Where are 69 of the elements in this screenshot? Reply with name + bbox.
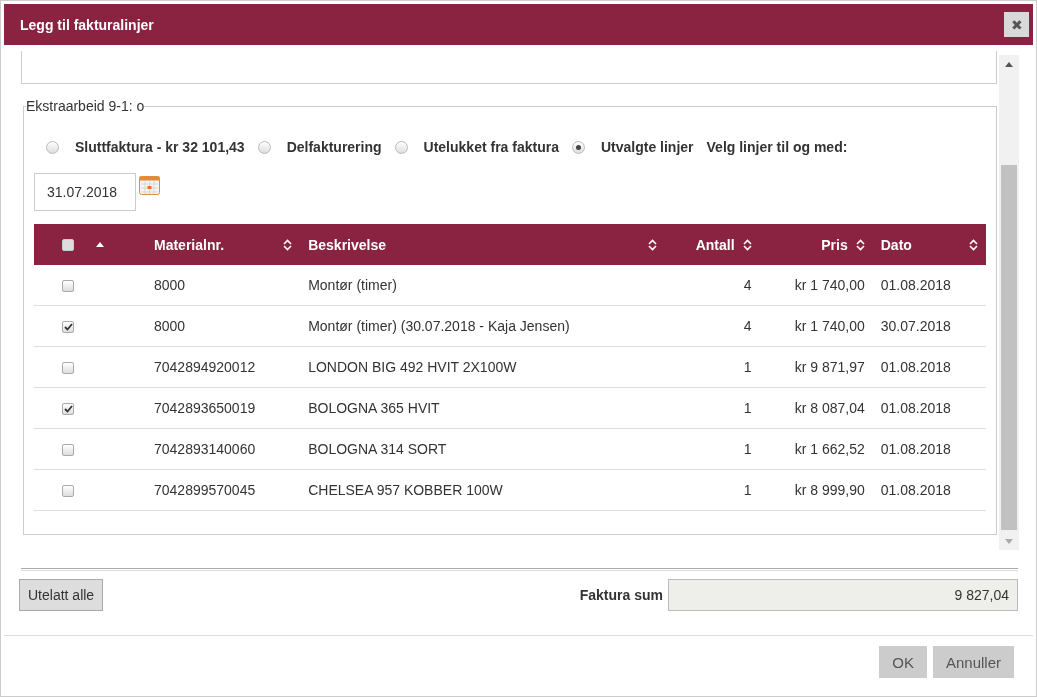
table-cell: 4 bbox=[743, 277, 752, 293]
row-checkbox[interactable] bbox=[62, 403, 74, 416]
sort-icon[interactable] bbox=[648, 238, 658, 251]
table-cell: BOLOGNA 314 SORT bbox=[308, 441, 447, 457]
section-legend: Ekstraarbeid 9-1: o bbox=[26, 98, 145, 114]
table-cell: 30.07.2018 bbox=[880, 318, 951, 334]
column-header[interactable]: Antall bbox=[695, 236, 735, 253]
radio-label[interactable]: Sluttfaktura - kr 32 101,43 bbox=[75, 139, 245, 155]
row-checkbox[interactable] bbox=[62, 444, 74, 457]
column-header[interactable]: Materialnr. bbox=[154, 236, 225, 253]
table-cell: 01.08.2018 bbox=[880, 277, 951, 293]
sum-field[interactable]: 9 827,04 bbox=[668, 579, 1018, 611]
table-cell: 7042893140060 bbox=[154, 441, 256, 457]
exclude-all-button[interactable]: Utelatt alle bbox=[19, 579, 104, 611]
row-checkbox[interactable] bbox=[62, 321, 74, 334]
cancel-button[interactable]: Annuller bbox=[932, 646, 1014, 678]
table-cell: kr 1 740,00 bbox=[794, 277, 865, 293]
scroll-up-icon[interactable] bbox=[1005, 62, 1013, 67]
date-label: Velg linjer til og med: bbox=[706, 139, 848, 155]
sort-icon[interactable] bbox=[283, 238, 293, 251]
sort-ascending-icon[interactable] bbox=[96, 242, 104, 247]
sum-label: Faktura sum bbox=[579, 587, 663, 603]
table-cell: 1 bbox=[743, 441, 752, 457]
table-cell: 1 bbox=[743, 400, 752, 416]
close-button[interactable]: ✖ bbox=[1004, 12, 1029, 37]
row-checkbox[interactable] bbox=[62, 362, 74, 375]
table-cell: 1 bbox=[743, 482, 752, 498]
radio-label[interactable]: Utelukket fra faktura bbox=[423, 139, 559, 155]
table-cell: Montør (timer) bbox=[308, 277, 397, 293]
sort-icon[interactable] bbox=[969, 238, 978, 251]
radio-button[interactable] bbox=[394, 140, 408, 154]
table-cell: BOLOGNA 365 HVIT bbox=[308, 400, 440, 416]
calendar-icon[interactable] bbox=[139, 176, 160, 195]
column-header[interactable]: Dato bbox=[880, 236, 912, 253]
column-header[interactable]: Beskrivelse bbox=[308, 236, 386, 253]
date-field[interactable]: 31.07.2018 bbox=[34, 173, 136, 211]
sort-icon[interactable] bbox=[855, 238, 865, 251]
table-cell: 01.08.2018 bbox=[880, 482, 951, 498]
table-cell: Montør (timer) (30.07.2018 - Kaja Jensen) bbox=[308, 318, 570, 334]
table-cell: kr 9 871,97 bbox=[794, 359, 865, 375]
table-cell: 1 bbox=[743, 359, 752, 375]
table-cell: 4 bbox=[743, 318, 752, 334]
radio-button[interactable] bbox=[46, 140, 59, 154]
table-cell: kr 1 740,00 bbox=[794, 318, 865, 334]
table-cell: 7042894920012 bbox=[154, 359, 256, 375]
table-cell: 01.08.2018 bbox=[880, 400, 951, 416]
table-cell: 7042893650019 bbox=[154, 400, 256, 416]
table-cell: kr 8 087,04 bbox=[794, 400, 865, 416]
radio-button[interactable] bbox=[571, 140, 585, 154]
select-all-checkbox[interactable] bbox=[62, 238, 74, 251]
table-cell: CHELSEA 957 KOBBER 100W bbox=[308, 482, 503, 498]
sort-icon[interactable] bbox=[742, 238, 752, 251]
radio-button[interactable] bbox=[257, 140, 271, 154]
table-cell: 8000 bbox=[154, 318, 186, 334]
scrollbar[interactable] bbox=[999, 55, 1019, 550]
radio-label[interactable]: Delfakturering bbox=[286, 139, 382, 155]
radio-label[interactable]: Utvalgte linjer bbox=[600, 139, 694, 155]
table-cell: kr 8 999,90 bbox=[794, 482, 865, 498]
dialog-title: Legg til fakturalinjer bbox=[20, 16, 154, 33]
table-cell: 7042899570045 bbox=[154, 482, 256, 498]
table-cell: LONDON BIG 492 HVIT 2X100W bbox=[308, 359, 517, 375]
table-cell: 01.08.2018 bbox=[880, 441, 951, 457]
ok-button[interactable]: OK bbox=[879, 646, 927, 678]
column-header[interactable]: Pris bbox=[821, 236, 848, 253]
table-cell: kr 1 662,52 bbox=[794, 441, 865, 457]
table-cell: 01.08.2018 bbox=[880, 359, 951, 375]
row-checkbox[interactable] bbox=[62, 280, 74, 293]
row-checkbox[interactable] bbox=[62, 485, 74, 498]
table-cell: 8000 bbox=[154, 277, 186, 293]
